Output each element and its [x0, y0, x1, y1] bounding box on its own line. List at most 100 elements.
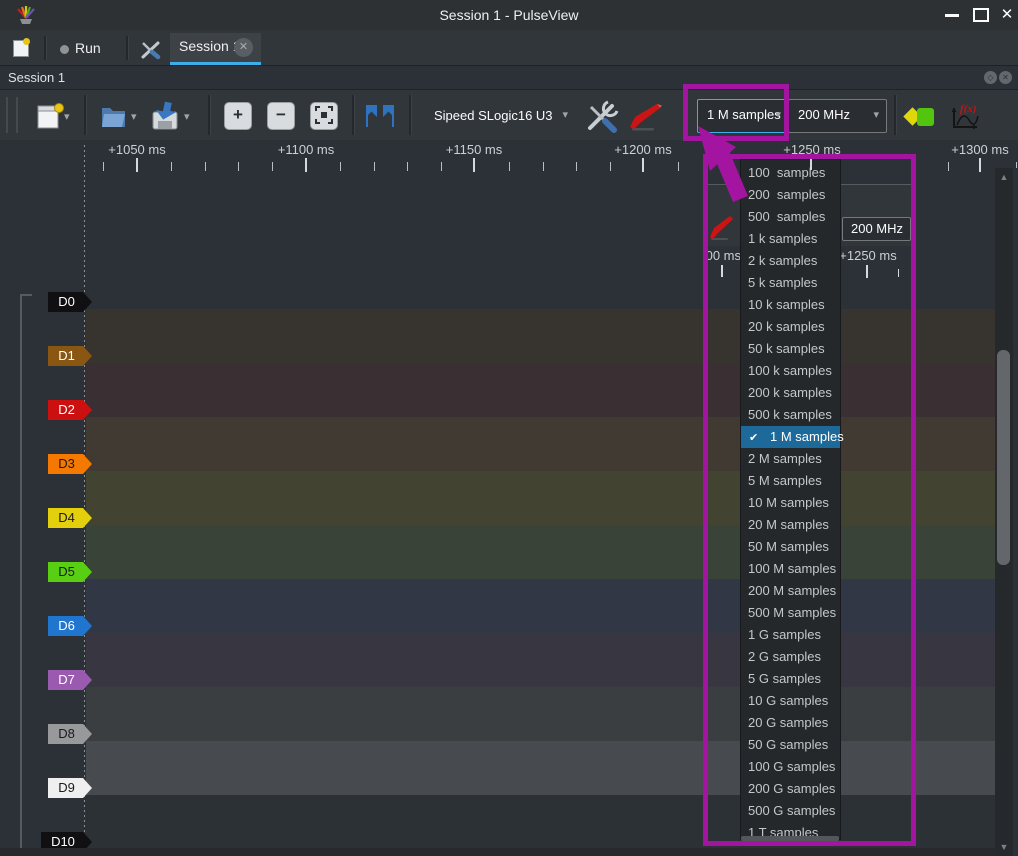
dropdown-item[interactable]: 500 G samples — [741, 800, 840, 822]
settings-tools-icon[interactable] — [140, 40, 162, 60]
channel-row-band — [86, 525, 995, 580]
dropdown-item[interactable]: 20 G samples — [741, 712, 840, 734]
dropdown-item[interactable]: 100 M samples — [741, 558, 840, 580]
dropdown-item[interactable]: 200 G samples — [741, 778, 840, 800]
dropdown-item[interactable]: 2 M samples — [741, 448, 840, 470]
dropdown-item[interactable]: 10 G samples — [741, 690, 840, 712]
open-file-icon[interactable] — [99, 101, 127, 131]
tab-close-icon[interactable]: ✕ — [234, 38, 253, 57]
dropdown-item[interactable]: 5 M samples — [741, 470, 840, 492]
scroll-up-icon[interactable]: ▲ — [995, 172, 1013, 182]
channel-label-d0[interactable]: D0 — [48, 292, 92, 312]
zoom-out-button[interactable]: − — [267, 102, 295, 130]
vertical-scrollbar-thumb[interactable] — [997, 350, 1010, 565]
tab-label: Session 1 — [179, 38, 240, 54]
dropdown-item[interactable]: 10 M samples — [741, 492, 840, 514]
dropdown-item[interactable]: 200 M samples — [741, 580, 840, 602]
dropdown-item[interactable]: 200 samples — [741, 184, 840, 206]
channel-label-d2[interactable]: D2 — [48, 400, 92, 420]
dropdown-item[interactable]: 5 k samples — [741, 272, 840, 294]
channel-row-band — [86, 363, 995, 418]
channel-label-d3[interactable]: D3 — [48, 454, 92, 474]
channel-label-d9[interactable]: D9 — [48, 778, 92, 798]
minimize-button[interactable] — [945, 14, 959, 17]
scroll-down-icon[interactable]: ▼ — [995, 842, 1013, 852]
ruler-unit-label: +1250 ms — [783, 142, 840, 157]
channel-label-d1[interactable]: D1 — [48, 346, 92, 366]
channel-label-d6[interactable]: D6 — [48, 616, 92, 636]
horizontal-scrollbar[interactable] — [0, 848, 995, 856]
dropdown-item[interactable]: 200 k samples — [741, 382, 840, 404]
ruler-unit-label: +1150 ms — [446, 142, 503, 157]
dropdown-item[interactable]: 500 k samples — [741, 404, 840, 426]
dropdown-item[interactable]: 500 samples — [741, 206, 840, 228]
vertical-scrollbar[interactable]: ▲ ▼ — [995, 168, 1013, 856]
maximize-button[interactable] — [973, 8, 989, 22]
inset-ruler-right-label: +1250 ms — [838, 248, 898, 263]
channel-row-band — [86, 687, 995, 742]
session-dock-header: Session 1 ◇ ✕ — [0, 66, 1018, 90]
add-decoder-icon[interactable] — [902, 105, 936, 129]
channel-row-band — [86, 417, 995, 472]
dropdown-item[interactable]: 50 G samples — [741, 734, 840, 756]
dropdown-item[interactable]: 2 k samples — [741, 250, 840, 272]
channel-label-d5[interactable]: D5 — [48, 562, 92, 582]
dropdown-item[interactable]: 50 M samples — [741, 536, 840, 558]
open-menu-arrow[interactable]: ▾ — [131, 110, 137, 123]
dropdown-item[interactable]: 20 M samples — [741, 514, 840, 536]
dropdown-item[interactable]: 5 G samples — [741, 668, 840, 690]
zoom-fit-button[interactable] — [310, 102, 338, 130]
add-math-signal-icon[interactable]: f(x) — [947, 100, 983, 134]
dropdown-scroll-indicator[interactable] — [741, 836, 839, 841]
ruler-minor-tick — [441, 162, 442, 171]
channel-label-d7[interactable]: D7 — [48, 670, 92, 690]
toolbar-drag-handle[interactable] — [6, 97, 18, 133]
ruler-minor-tick — [610, 162, 611, 171]
sample-rate-select[interactable]: 200 MHz ▾ — [788, 99, 887, 133]
toolbar-separator — [208, 95, 211, 135]
dropdown-item[interactable]: 10 k samples — [741, 294, 840, 316]
run-button[interactable]: Run — [52, 38, 114, 62]
dropdown-item[interactable]: 500 M samples — [741, 602, 840, 624]
close-button[interactable]: ✕ — [996, 4, 1018, 26]
tab-session-1[interactable]: Session 1 ✕ — [170, 33, 261, 62]
sample-count-dropdown-list[interactable]: 100 samples200 samples500 samples1 k sam… — [740, 159, 841, 840]
channel-row-band — [86, 579, 995, 634]
ruler-major-tick — [642, 158, 644, 172]
dock-float-icon[interactable]: ◇ — [984, 71, 997, 84]
new-view-button[interactable] — [8, 38, 36, 62]
dropdown-item[interactable]: 1 k samples — [741, 228, 840, 250]
ruler-minor-tick — [374, 162, 375, 171]
save-menu-arrow[interactable]: ▾ — [184, 110, 190, 123]
check-icon: ✔ — [749, 427, 762, 449]
dropdown-item[interactable]: 100 k samples — [741, 360, 840, 382]
dropdown-item[interactable]: ✔1 M samples — [741, 426, 840, 448]
save-file-icon[interactable] — [150, 100, 180, 132]
ruler-major-tick — [305, 158, 307, 172]
dropdown-item[interactable]: 1 G samples — [741, 624, 840, 646]
new-session-icon[interactable] — [36, 101, 64, 131]
dropdown-item[interactable]: 100 samples — [741, 162, 840, 184]
sample-count-select[interactable]: 1 M samples ▾ — [697, 99, 789, 133]
device-value: Sipeed SLogic16 U3 — [424, 108, 553, 123]
dropdown-item[interactable]: 100 G samples — [741, 756, 840, 778]
dropdown-item[interactable]: 2 G samples — [741, 646, 840, 668]
dropdown-item[interactable]: 50 k samples — [741, 338, 840, 360]
channel-group-bracket — [20, 294, 32, 850]
zoom-in-button[interactable]: + — [224, 102, 252, 130]
toolbar-separator — [352, 95, 355, 135]
channel-label-d8[interactable]: D8 — [48, 724, 92, 744]
show-cursors-icon[interactable] — [362, 103, 398, 129]
channel-row-band — [86, 309, 995, 364]
probe-channels-icon[interactable] — [628, 102, 664, 132]
tab-active-underline — [170, 62, 261, 65]
channel-label-d4[interactable]: D4 — [48, 508, 92, 528]
sample-rate-value: 200 MHz — [789, 107, 850, 122]
device-select[interactable]: Sipeed SLogic16 U3 ▾ — [424, 99, 576, 132]
inset-ruler-tick — [721, 265, 723, 277]
toolbar-separator — [894, 95, 897, 135]
dock-close-icon[interactable]: ✕ — [999, 71, 1012, 84]
new-session-menu-arrow[interactable]: ▾ — [64, 110, 70, 123]
configure-device-icon[interactable] — [584, 100, 620, 134]
dropdown-item[interactable]: 20 k samples — [741, 316, 840, 338]
